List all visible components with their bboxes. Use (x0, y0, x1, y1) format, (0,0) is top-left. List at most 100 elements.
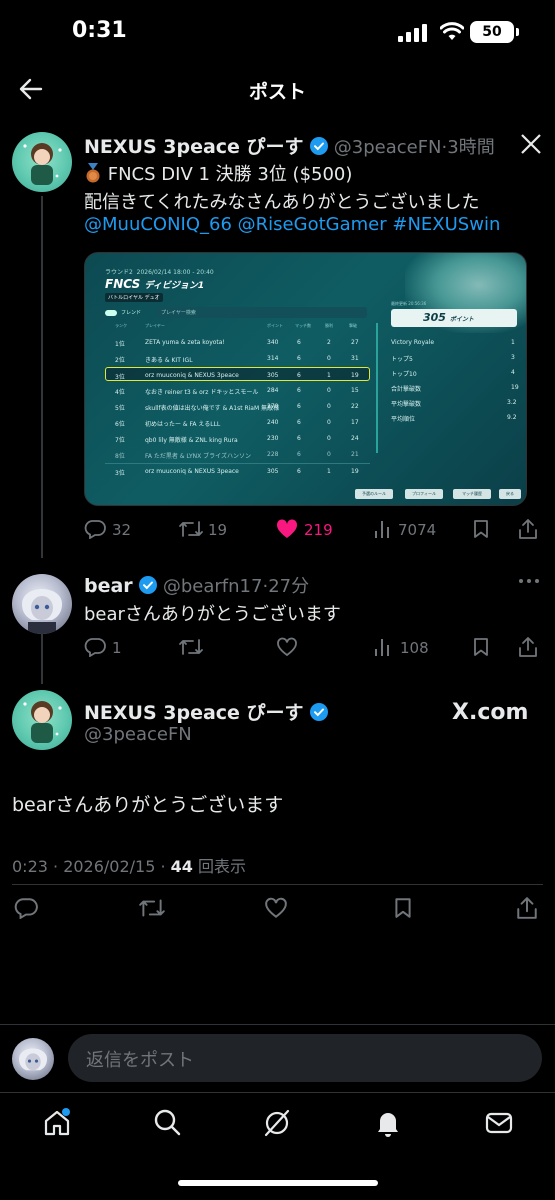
media-search: プレイヤー検索 (157, 307, 367, 318)
post-time: 27分 (268, 576, 310, 597)
verified-badge-icon (309, 703, 328, 721)
author-name[interactable]: NEXUS 3peace ぴーす (84, 702, 304, 724)
views-count: 108 (400, 639, 429, 657)
media-row-highlight: 3位 orz muuconiq & NEXUS 3peace 305 6 1 19 (105, 367, 370, 381)
views-icon[interactable] (374, 637, 394, 657)
media-own-row: 3位 orz muuconiq & NEXUS 3peace 305 6 1 19 (105, 463, 370, 477)
media-button: プロフィール (405, 489, 443, 499)
share-icon[interactable] (518, 518, 538, 540)
post-title-text: FNCS DIV 1 決勝 3位 ($500) (107, 164, 353, 185)
home-icon[interactable] (42, 1108, 72, 1138)
bookmark-icon[interactable] (472, 519, 490, 539)
divider (0, 1024, 555, 1025)
media-button: 戻る (499, 489, 521, 499)
verified-badge-icon (309, 137, 328, 155)
views-count: 7074 (398, 521, 437, 539)
media-summary: Victory Royale 1 トップ5 3 トップ10 4 合計撃破数 19 平均撃… (391, 339, 519, 423)
media-row: 7位 qb0 lily 無敵様 & ZNL king Rura 230 6 0 24 (115, 435, 359, 444)
avatar-bear[interactable] (12, 574, 72, 634)
media-updated: 最終更新 20:56:36 (391, 301, 427, 306)
reply-text: bearさんありがとうございます (84, 604, 341, 625)
share-icon[interactable] (516, 896, 538, 920)
author-handle[interactable]: @3peaceFN (334, 137, 442, 158)
signal-icon (398, 24, 427, 42)
media-points-box: 305 ポイント (391, 309, 517, 327)
thread-line (41, 630, 43, 684)
views-label: 回表示 (192, 857, 247, 876)
media-title: FNCS ディビジョン1 (105, 277, 205, 291)
wifi-icon (440, 22, 464, 40)
media-row: 8位 FA ただ黒者 & LYNX ブライズハンソン 228 6 0 21 (115, 451, 359, 460)
post-line-1: FNCS DIV 1 決勝 3位 ($500) (84, 160, 352, 186)
search-icon[interactable] (153, 1108, 181, 1138)
post-line-2: 配信きてくれたみなさんありがとうございました (84, 192, 480, 213)
reply-placeholder: 返信をポスト (86, 1050, 194, 1071)
avatar-character-icon (23, 701, 62, 743)
bookmark-icon[interactable] (472, 637, 490, 657)
post-mentions: @MuuCONIQ_66 @RiseGotGamer #NEXUSwin (84, 214, 500, 235)
like-count: 219 (304, 521, 333, 539)
bookmark-icon[interactable] (393, 897, 413, 919)
media-col-headers: ランク プレイヤー ポイント マッチ数 勝利 撃破 (115, 323, 357, 328)
battery-indicator: 50 (470, 21, 514, 43)
avatar-nexus[interactable] (12, 132, 72, 192)
avatar-character-icon (19, 1048, 47, 1071)
bronze-medal-icon (86, 163, 100, 183)
grok-icon[interactable] (262, 1108, 292, 1138)
media-button: 予選のルール (355, 489, 393, 499)
avatar-character-icon (22, 589, 62, 634)
author-name[interactable]: NEXUS 3peace ぴーす (84, 136, 304, 158)
divider (12, 884, 543, 885)
page-title: ポスト (248, 81, 306, 103)
post-meta: 0:23 · 2026/02/15 · 44 回表示 (12, 853, 246, 877)
post-time: 3時間 (447, 137, 495, 158)
views-icon[interactable] (374, 519, 394, 539)
x-logo-icon[interactable] (520, 134, 542, 154)
media-scrollbar (376, 323, 378, 453)
battery-tip (516, 28, 519, 36)
heart-icon[interactable] (264, 897, 288, 919)
reply-icon[interactable] (84, 519, 106, 539)
friend-label: フレンド (121, 310, 142, 316)
media-mode: バトルロイヤル デュオ (105, 293, 163, 302)
media-row: 1位 ZETA yuma & zeta koyota! 340 6 2 27 (115, 339, 359, 348)
divider (0, 1092, 555, 1093)
focused-post-text: bearさんありがとうございます (12, 794, 284, 816)
share-icon[interactable] (518, 636, 538, 658)
mention-link[interactable]: @MuuCONIQ_66 (84, 214, 232, 235)
repost-icon[interactable] (178, 518, 204, 540)
heart-filled-icon[interactable] (276, 519, 298, 539)
more-options-icon[interactable] (518, 578, 540, 584)
repost-count: 19 (208, 521, 228, 539)
verified-badge-icon (138, 576, 157, 594)
reply-icon[interactable] (14, 897, 38, 919)
notifications-bell-icon[interactable] (374, 1108, 402, 1138)
focused-post-header: NEXUS 3peace ぴーす (84, 698, 329, 725)
main-post-header: NEXUS 3peace ぴーす @3peaceFN·3時間 (84, 136, 495, 158)
media-row: 2位 きある & KIT IGL 314 6 0 31 (115, 355, 359, 364)
media-row: 4位 なおき reiner t3 & orz ドキッとスモール 284 6 0 15 (115, 387, 359, 396)
reply-count: 1 (112, 639, 122, 657)
heart-icon[interactable] (276, 637, 298, 657)
author-handle[interactable]: @bearfn17 (163, 576, 263, 597)
thread-line (41, 196, 43, 558)
author-handle[interactable]: @3peaceFN (84, 724, 192, 745)
messages-icon[interactable] (484, 1108, 514, 1138)
author-name[interactable]: bear (84, 575, 133, 597)
home-indicator (178, 1180, 378, 1186)
repost-icon[interactable] (138, 896, 166, 920)
friend-toggle (105, 310, 117, 316)
reply-icon[interactable] (84, 637, 106, 657)
post-timestamp: 0:23 · 2026/02/15 · (12, 857, 171, 876)
post-image[interactable]: ラウンド2 2026/02/14 18:00 - 20:40 FNCS ディビジ… (84, 252, 527, 506)
repost-icon[interactable] (178, 636, 204, 658)
mention-link[interactable]: @RiseGotGamer (238, 214, 387, 235)
hashtag-link[interactable]: #NEXUSwin (392, 214, 500, 235)
source-label[interactable]: X.com (452, 700, 528, 725)
status-time: 0:31 (72, 18, 127, 43)
avatar-nexus[interactable] (12, 690, 72, 750)
media-row: 6位 初めはったー & FA えるLLL 240 6 0 17 (115, 419, 359, 428)
status-bar: 0:31 50 (0, 0, 555, 64)
media-round: ラウンド2 2026/02/14 18:00 - 20:40 (105, 269, 214, 276)
media-button: マッチ履歴 (453, 489, 491, 499)
